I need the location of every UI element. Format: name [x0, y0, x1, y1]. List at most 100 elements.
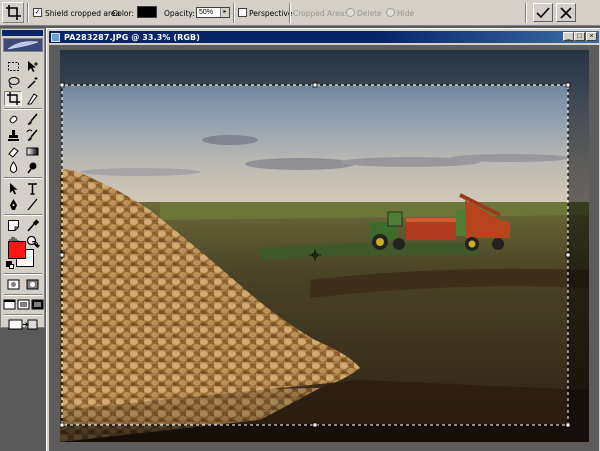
screen-mode-standard-button[interactable] [2, 297, 16, 312]
delete-label: Delete [357, 9, 382, 18]
screen-mode-fullmenu-button[interactable] [16, 297, 30, 312]
clone-stamp-tool-button[interactable] [4, 128, 22, 143]
canvas-area[interactable] [49, 45, 599, 451]
document-window: PA283287.JPG @ 33.3% (RGB) _ □ × [46, 28, 600, 451]
shield-cropped-area-checkbox[interactable]: ✓ [33, 8, 42, 17]
toolbox-divider [4, 294, 42, 296]
blur-tool-button[interactable] [4, 160, 22, 175]
clone-stamp-icon [7, 130, 19, 141]
slice-icon [26, 93, 38, 105]
perspective-checkbox[interactable] [238, 8, 247, 17]
perspective-label: Perspective [249, 9, 293, 18]
document-icon [51, 32, 60, 42]
imageready-jump-icon [8, 319, 38, 330]
close-button[interactable]: × [586, 32, 597, 41]
crop-handle-bottom-right [565, 422, 571, 428]
line-icon [26, 198, 38, 211]
maximize-button[interactable]: □ [574, 32, 585, 41]
dodge-tool-button[interactable] [23, 160, 41, 175]
dodge-icon [26, 162, 36, 174]
marquee-tool-button[interactable] [4, 59, 22, 74]
crop-handle-left [60, 252, 65, 258]
gradient-icon [26, 147, 38, 156]
screen-mode-full-icon [31, 299, 43, 310]
history-brush-tool-button[interactable] [23, 128, 41, 143]
pen-tool-button[interactable] [4, 197, 22, 212]
crop-tool-preset-button[interactable] [2, 2, 24, 23]
quick-mask-mode-button[interactable] [23, 277, 41, 292]
crop-handle-top-right [565, 82, 571, 88]
options-separator [525, 3, 527, 23]
path-selection-arrow-icon [9, 183, 17, 195]
standard-mode-icon [7, 279, 19, 290]
minimize-button[interactable]: _ [563, 32, 574, 41]
foreground-color-swatch[interactable] [8, 241, 26, 259]
photo-canvas[interactable] [60, 50, 589, 442]
cropped-area-label: Cropped Area: [293, 9, 347, 18]
options-bar: ✓ Shield cropped area Color: Opacity: 50… [0, 0, 600, 26]
eraser-tool-button[interactable] [4, 144, 22, 159]
brush-tool-button[interactable] [23, 112, 41, 127]
notes-tool-button[interactable] [4, 218, 22, 233]
magic-wand-icon [26, 77, 37, 89]
crop-handle-bottom-left [60, 422, 65, 428]
blur-drop-icon [9, 161, 17, 173]
adobe-online-logo[interactable] [3, 38, 43, 52]
crop-icon [6, 92, 20, 105]
toolbox-title-bar[interactable] [2, 30, 43, 36]
standard-mode-button[interactable] [4, 277, 22, 292]
opacity-field[interactable]: 50% ▸ [196, 7, 230, 18]
healing-brush-icon [9, 115, 17, 124]
marquee-icon [7, 62, 19, 71]
eyedropper-icon [26, 219, 39, 232]
opacity-value[interactable]: 50% [197, 8, 220, 17]
line-tool-button[interactable] [23, 197, 41, 212]
document-title-bar[interactable]: PA283287.JPG @ 33.3% (RGB) _ □ × [49, 31, 599, 43]
feather-logo-icon [7, 41, 39, 50]
screen-mode-full-button[interactable] [30, 297, 44, 312]
delete-radio[interactable] [346, 8, 355, 17]
type-t-icon [27, 183, 37, 195]
options-separator [289, 3, 291, 23]
notes-icon [7, 220, 19, 231]
lasso-tool-button[interactable] [4, 75, 22, 90]
slice-tool-button[interactable] [23, 91, 41, 106]
history-brush-icon [26, 129, 38, 141]
toolbox-divider [4, 314, 42, 316]
crop-handle-top [312, 82, 318, 88]
hide-radio[interactable] [386, 8, 395, 17]
default-colors-icon-white [9, 264, 14, 269]
crop-handle-top-left [60, 82, 65, 88]
swap-colors-icon[interactable] [31, 239, 40, 248]
crop-tool-button[interactable] [4, 91, 22, 106]
move-tool-button[interactable] [23, 59, 41, 74]
cancel-x-icon [560, 6, 572, 19]
cancel-crop-button[interactable] [556, 3, 576, 22]
commit-crop-button[interactable] [533, 3, 553, 22]
eyedropper-tool-button[interactable] [23, 218, 41, 233]
options-separator [233, 3, 235, 23]
quick-mask-icon [26, 279, 38, 290]
magic-wand-tool-button[interactable] [23, 75, 41, 90]
shield-cropped-area-label: Shield cropped area [45, 9, 121, 18]
gradient-tool-button[interactable] [23, 144, 41, 159]
document-title: PA283287.JPG @ 33.3% (RGB) [64, 32, 201, 42]
toolbox-divider [4, 214, 42, 216]
toolbox-palette [0, 28, 45, 330]
screen-mode-window-icon [3, 299, 15, 310]
path-selection-tool-button[interactable] [4, 181, 22, 196]
options-separator [27, 3, 29, 23]
lasso-icon [8, 77, 19, 89]
shield-color-swatch[interactable] [137, 6, 157, 18]
screen-mode-full-menu-icon [17, 299, 29, 310]
crop-handle-right [565, 252, 571, 258]
opacity-dropdown-arrow-icon[interactable]: ▸ [220, 8, 229, 17]
healing-brush-tool-button[interactable] [4, 112, 22, 127]
pen-nib-icon [9, 199, 17, 210]
hide-label: Hide [397, 9, 415, 18]
crop-icon [5, 5, 21, 20]
toolbox-divider [4, 273, 42, 275]
jump-to-imageready-button[interactable] [4, 317, 42, 332]
type-tool-button[interactable] [23, 181, 41, 196]
eraser-icon [7, 147, 19, 158]
